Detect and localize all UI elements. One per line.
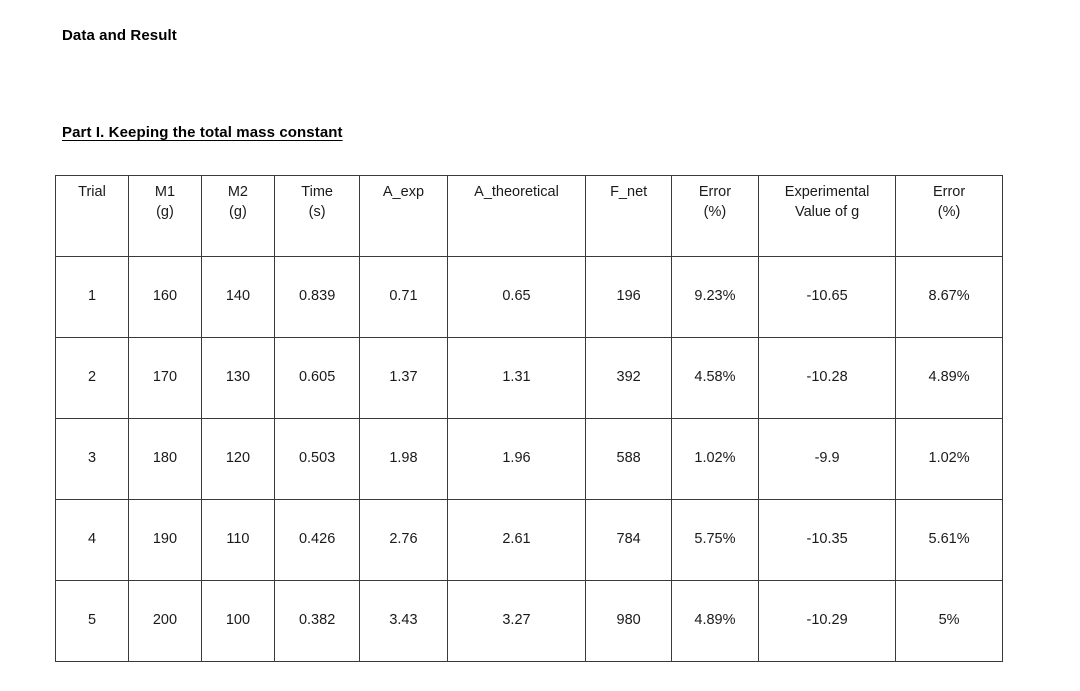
- column-header-a-exp: A_exp: [359, 175, 448, 257]
- header-line-primary: M1: [154, 184, 176, 200]
- cell-time: 0.382: [273, 580, 361, 662]
- cell-a-exp: 0.71: [359, 256, 448, 338]
- cell-error-acceleration: 4.58%: [670, 337, 760, 419]
- column-header-f-net: F_net: [585, 175, 672, 257]
- column-header-time: Time (s): [273, 175, 361, 257]
- column-header-error-acceleration: Error (%): [670, 175, 760, 257]
- cell-time: 0.503: [273, 418, 361, 500]
- header-line-primary: A_exp: [382, 184, 425, 200]
- table-row: 3 180 120 0.503 1.98 1.96 588 1.02% -9.9…: [55, 418, 1003, 500]
- table-row: 1 160 140 0.839 0.71 0.65 196 9.23% -10.…: [55, 256, 1003, 338]
- cell-error-g: 5.61%: [895, 499, 1003, 581]
- cell-error-acceleration: 9.23%: [670, 256, 760, 338]
- cell-m2: 100: [200, 580, 275, 662]
- cell-f-net: 980: [585, 580, 672, 662]
- header-line-secondary: (%): [703, 203, 727, 220]
- cell-error-g: 5%: [895, 580, 1003, 662]
- column-header-trial: Trial: [55, 175, 129, 257]
- cell-time: 0.426: [273, 499, 361, 581]
- header-line-secondary: (g): [229, 203, 247, 220]
- cell-a-exp: 1.37: [359, 337, 448, 419]
- cell-experimental-g: -10.65: [758, 256, 897, 338]
- column-header-error-g: Error (%): [895, 175, 1003, 257]
- cell-m1: 180: [127, 418, 202, 500]
- cell-f-net: 588: [585, 418, 672, 500]
- cell-trial: 4: [55, 499, 129, 581]
- column-header-m1: M1 (g): [127, 175, 202, 257]
- cell-experimental-g: -10.28: [758, 337, 897, 419]
- cell-m2: 140: [200, 256, 275, 338]
- header-line-primary: Experimental: [784, 184, 870, 200]
- cell-experimental-g: -10.35: [758, 499, 897, 581]
- cell-m1: 200: [127, 580, 202, 662]
- header-line-primary: Error: [932, 184, 966, 200]
- header-line-primary: A_theoretical: [474, 184, 559, 200]
- header-line-secondary: (g): [156, 203, 174, 220]
- section-heading-part-1: Part I. Keeping the total mass constant: [62, 124, 343, 141]
- document-page: Data and Result Part I. Keeping the tota…: [0, 0, 1080, 691]
- cell-a-theoretical: 2.61: [446, 499, 587, 581]
- cell-m1: 190: [127, 499, 202, 581]
- page-title: Data and Result: [62, 27, 177, 44]
- column-header-experimental-g: Experimental Value of g: [758, 175, 897, 257]
- table-header-row: Trial M1 (g) M2 (g) Time (s) A_exp A_the…: [55, 175, 1003, 257]
- cell-f-net: 196: [585, 256, 672, 338]
- cell-experimental-g: -9.9: [758, 418, 897, 500]
- header-line-secondary: (%): [937, 203, 961, 220]
- cell-trial: 1: [55, 256, 129, 338]
- cell-m2: 120: [200, 418, 275, 500]
- header-line-primary: M2: [227, 184, 248, 200]
- cell-a-theoretical: 0.65: [446, 256, 587, 338]
- cell-trial: 3: [55, 418, 129, 500]
- cell-error-g: 8.67%: [895, 256, 1003, 338]
- cell-m1: 170: [127, 337, 202, 419]
- cell-time: 0.839: [273, 256, 361, 338]
- cell-time: 0.605: [273, 337, 361, 419]
- cell-m1: 160: [127, 256, 202, 338]
- cell-trial: 5: [55, 580, 129, 662]
- cell-f-net: 784: [585, 499, 672, 581]
- table-row: 4 190 110 0.426 2.76 2.61 784 5.75% -10.…: [55, 499, 1003, 581]
- table-row: 5 200 100 0.382 3.43 3.27 980 4.89% -10.…: [55, 580, 1003, 662]
- cell-a-exp: 3.43: [359, 580, 448, 662]
- cell-error-g: 1.02%: [895, 418, 1003, 500]
- table-row: 2 170 130 0.605 1.37 1.31 392 4.58% -10.…: [55, 337, 1003, 419]
- cell-a-exp: 1.98: [359, 418, 448, 500]
- cell-m2: 130: [200, 337, 275, 419]
- header-line-secondary: Value of g: [794, 203, 860, 220]
- cell-a-exp: 2.76: [359, 499, 448, 581]
- header-line-primary: Trial: [78, 184, 106, 200]
- header-line-secondary: (s): [308, 203, 326, 220]
- header-line-primary: Error: [698, 184, 732, 200]
- cell-experimental-g: -10.29: [758, 580, 897, 662]
- cell-trial: 2: [55, 337, 129, 419]
- column-header-a-theoretical: A_theoretical: [446, 175, 587, 257]
- header-line-primary: F_net: [610, 184, 648, 200]
- cell-error-acceleration: 4.89%: [670, 580, 760, 662]
- part-1-data-table: Trial M1 (g) M2 (g) Time (s) A_exp A_the…: [55, 175, 1003, 662]
- cell-m2: 110: [200, 499, 275, 581]
- cell-error-acceleration: 1.02%: [670, 418, 760, 500]
- cell-error-acceleration: 5.75%: [670, 499, 760, 581]
- column-header-m2: M2 (g): [200, 175, 275, 257]
- cell-a-theoretical: 1.31: [446, 337, 587, 419]
- cell-f-net: 392: [585, 337, 672, 419]
- header-line-primary: Time: [301, 184, 333, 200]
- cell-error-g: 4.89%: [895, 337, 1003, 419]
- cell-a-theoretical: 1.96: [446, 418, 587, 500]
- cell-a-theoretical: 3.27: [446, 580, 587, 662]
